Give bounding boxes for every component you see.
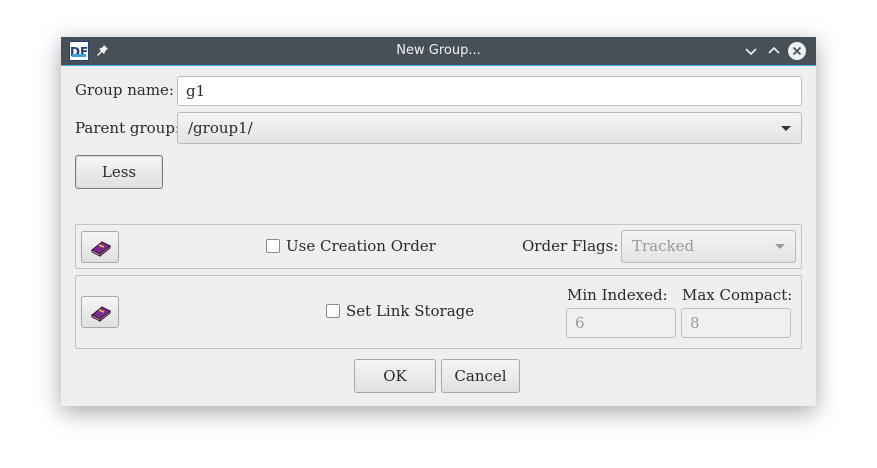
help-book-icon [91, 241, 111, 258]
window-title: New Group... [396, 43, 481, 58]
minimize-icon[interactable] [742, 42, 760, 60]
set-link-storage-checkbox[interactable] [326, 304, 340, 318]
title-bar[interactable]: DF New Group... [61, 37, 816, 66]
cancel-button[interactable]: Cancel [441, 359, 520, 393]
ok-button[interactable]: OK [354, 359, 436, 393]
less-button[interactable]: Less [75, 155, 163, 189]
close-icon[interactable] [788, 42, 806, 60]
link-storage-group: Set Link Storage Min Indexed: 6 Max Comp… [75, 275, 802, 349]
order-flags-value: Tracked [632, 237, 695, 255]
new-group-dialog: DF New Group... Group name: g1 Parent gr… [61, 37, 816, 406]
order-flags-select[interactable]: Tracked [621, 230, 796, 263]
creation-order-help-button[interactable] [81, 231, 119, 263]
max-compact-label: Max Compact: [682, 286, 793, 304]
parent-group-label: Parent group: [75, 119, 180, 137]
order-flags-label: Order Flags: [522, 237, 619, 255]
help-book-icon [91, 306, 111, 323]
set-link-storage-label[interactable]: Set Link Storage [346, 302, 474, 320]
group-name-label: Group name: [75, 81, 174, 99]
creation-order-group: Use Creation Order Order Flags: Tracked [75, 224, 802, 269]
min-indexed-label: Min Indexed: [567, 286, 668, 304]
group-name-input[interactable]: g1 [177, 76, 802, 106]
parent-group-select[interactable]: /group1/ [177, 112, 802, 144]
max-compact-input[interactable]: 8 [681, 308, 791, 338]
parent-group-value: /group1/ [188, 119, 253, 137]
maximize-icon[interactable] [765, 42, 783, 60]
chevron-down-icon [781, 126, 791, 131]
link-storage-help-button[interactable] [81, 296, 119, 328]
min-indexed-input[interactable]: 6 [566, 308, 676, 338]
use-creation-order-label[interactable]: Use Creation Order [286, 237, 436, 255]
use-creation-order-checkbox[interactable] [266, 239, 280, 253]
chevron-down-icon [775, 244, 785, 249]
